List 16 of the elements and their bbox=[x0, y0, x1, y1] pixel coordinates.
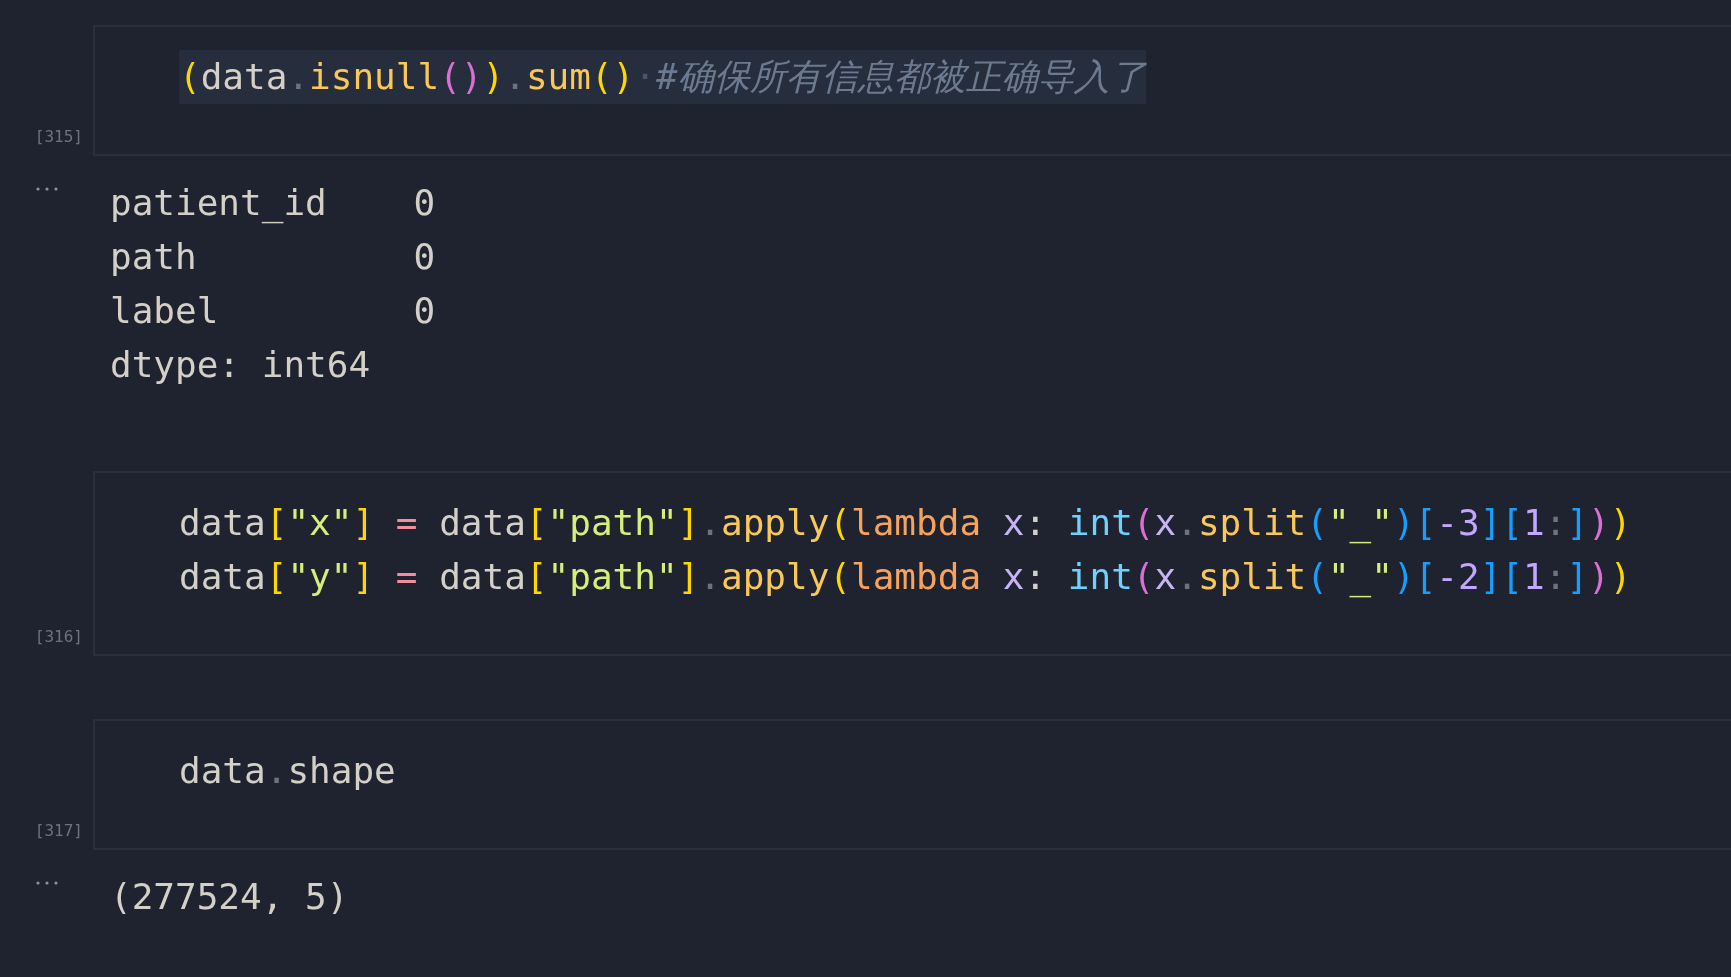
ellipsis-icon[interactable] bbox=[35, 880, 59, 886]
code-cell[interactable]: data.shape bbox=[93, 719, 1731, 850]
execution-count: [317] bbox=[34, 821, 83, 842]
execution-count: [316] bbox=[34, 627, 83, 648]
output-line: path 0 bbox=[110, 235, 436, 279]
output-line: patient_id 0 bbox=[110, 181, 436, 226]
output-line: dtype: int64 bbox=[110, 343, 372, 387]
output-line: label 0 bbox=[110, 289, 436, 333]
execution-count: [315] bbox=[34, 127, 83, 148]
code-cell[interactable]: (data.isnull()).sum()·#确保所有信息都被正确导入了 bbox=[93, 25, 1731, 156]
code-line: data.shape bbox=[179, 749, 396, 793]
code-line: data["x"] = data["path"].apply(lambda x: int(x.split("_")[-3][1:])) bbox=[179, 501, 1632, 546]
ellipsis-icon[interactable] bbox=[35, 186, 59, 192]
code-cell[interactable]: data["x"] = data["path"].apply(lambda x: int(x.split("_")[-3][1:])) data["y"] = data["path"].apply(lambda x: int(x.split("_")[-2][1:])) bbox=[93, 471, 1731, 656]
code-line: data["y"] = data["path"].apply(lambda x: int(x.split("_")[-2][1:])) bbox=[179, 555, 1632, 600]
output-line: (277524, 5) bbox=[110, 875, 349, 919]
